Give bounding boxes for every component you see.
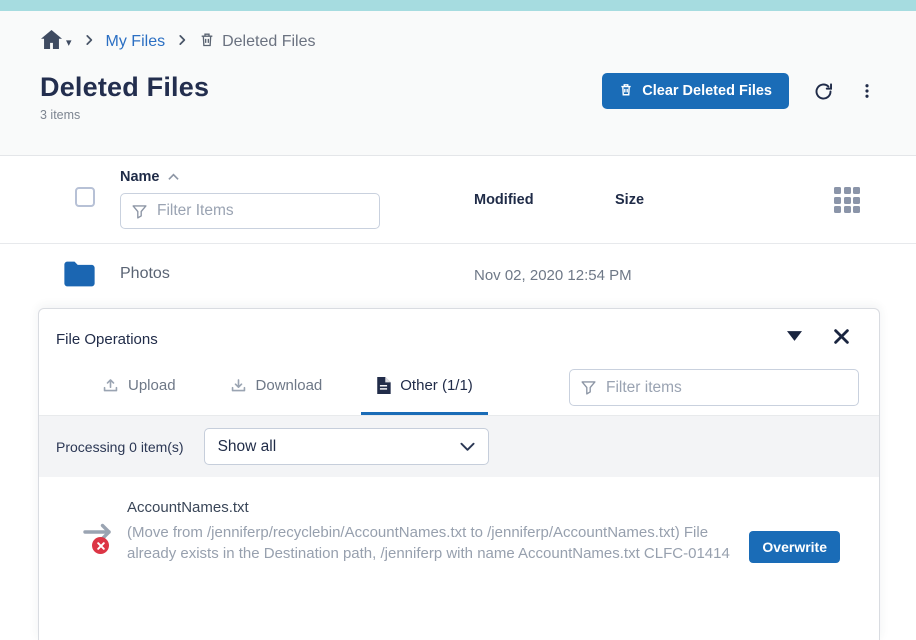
table-row[interactable]: Photos Nov 02, 2020 12:54 PM — [0, 244, 916, 308]
select-all-checkbox[interactable] — [75, 187, 95, 207]
chevron-right-icon — [82, 33, 96, 52]
move-operation-icon — [83, 523, 115, 557]
chevron-down-icon: ▾ — [66, 36, 72, 49]
filter-funnel-icon — [580, 379, 597, 396]
error-badge-icon — [92, 537, 109, 554]
operation-file-name: AccountNames.txt — [127, 499, 749, 516]
tab-other[interactable]: Other (1/1) — [361, 359, 488, 415]
file-operations-panel: File Operations Upload Download Other (1… — [38, 308, 880, 640]
file-filter-field — [120, 193, 380, 229]
show-filter-select[interactable]: Show all — [204, 428, 489, 465]
processing-bar: Processing 0 item(s) Show all — [39, 416, 879, 477]
header-actions: Clear Deleted Files — [602, 73, 880, 109]
breadcrumb-my-files[interactable]: My Files — [106, 33, 166, 51]
operation-details: AccountNames.txt (Move from /jenniferp/r… — [127, 499, 749, 564]
file-operations-tabs: Upload Download Other (1/1) — [39, 359, 879, 416]
breadcrumb-home[interactable]: ▾ — [40, 29, 72, 55]
trash-icon — [619, 82, 633, 101]
clear-deleted-files-label: Clear Deleted Files — [642, 83, 772, 99]
show-filter-value: Show all — [218, 438, 277, 456]
file-operations-header: File Operations — [39, 309, 879, 359]
file-row-name: Photos — [120, 265, 170, 283]
operations-filter-input[interactable] — [606, 379, 848, 397]
more-options-button[interactable] — [854, 77, 880, 105]
clear-deleted-files-button[interactable]: Clear Deleted Files — [602, 73, 789, 109]
tab-download-label: Download — [256, 377, 323, 394]
trash-icon — [199, 31, 215, 53]
close-panel-button[interactable] — [830, 325, 853, 348]
file-table-header: Name Modified Size — [0, 156, 916, 244]
operation-item: AccountNames.txt (Move from /jenniferp/r… — [39, 477, 879, 564]
top-accent-bar — [0, 0, 916, 11]
sort-ascending-icon — [168, 173, 179, 181]
operation-description: (Move from /jenniferp/recyclebin/Account… — [127, 523, 749, 564]
tab-download[interactable]: Download — [215, 359, 338, 415]
modified-column-header[interactable]: Modified — [474, 192, 534, 208]
size-column-header[interactable]: Size — [615, 192, 644, 208]
filter-funnel-icon — [131, 203, 148, 220]
close-icon — [834, 329, 849, 344]
triangle-down-icon — [787, 331, 802, 341]
breadcrumb: ▾ My Files Deleted Files — [40, 29, 315, 55]
name-column-label: Name — [120, 169, 160, 185]
upload-icon — [102, 377, 119, 394]
breadcrumb-current: Deleted Files — [199, 31, 315, 53]
name-column-header[interactable]: Name — [120, 169, 179, 185]
tab-upload[interactable]: Upload — [87, 359, 191, 415]
breadcrumb-current-label: Deleted Files — [222, 33, 315, 51]
download-icon — [230, 377, 247, 394]
processing-label: Processing 0 item(s) — [56, 439, 184, 455]
home-icon — [40, 29, 63, 55]
overwrite-button[interactable]: Overwrite — [749, 531, 840, 563]
file-operations-title: File Operations — [56, 331, 158, 348]
grid-view-icon[interactable] — [834, 187, 860, 213]
page-title: Deleted Files — [40, 72, 209, 103]
chevron-right-icon — [175, 33, 189, 52]
document-icon — [376, 377, 391, 394]
operations-filter-field — [569, 369, 859, 406]
tab-upload-label: Upload — [128, 377, 176, 394]
refresh-button[interactable] — [809, 77, 838, 106]
file-filter-input[interactable] — [157, 202, 369, 220]
chevron-down-icon — [460, 442, 475, 452]
kebab-menu-icon — [858, 81, 876, 101]
refresh-icon — [813, 81, 834, 102]
items-count: 3 items — [40, 108, 80, 122]
tab-other-label: Other (1/1) — [400, 377, 473, 394]
file-row-modified: Nov 02, 2020 12:54 PM — [474, 267, 632, 284]
operation-action: Overwrite — [749, 531, 840, 563]
folder-icon — [63, 260, 96, 293]
collapse-panel-button[interactable] — [783, 327, 806, 345]
